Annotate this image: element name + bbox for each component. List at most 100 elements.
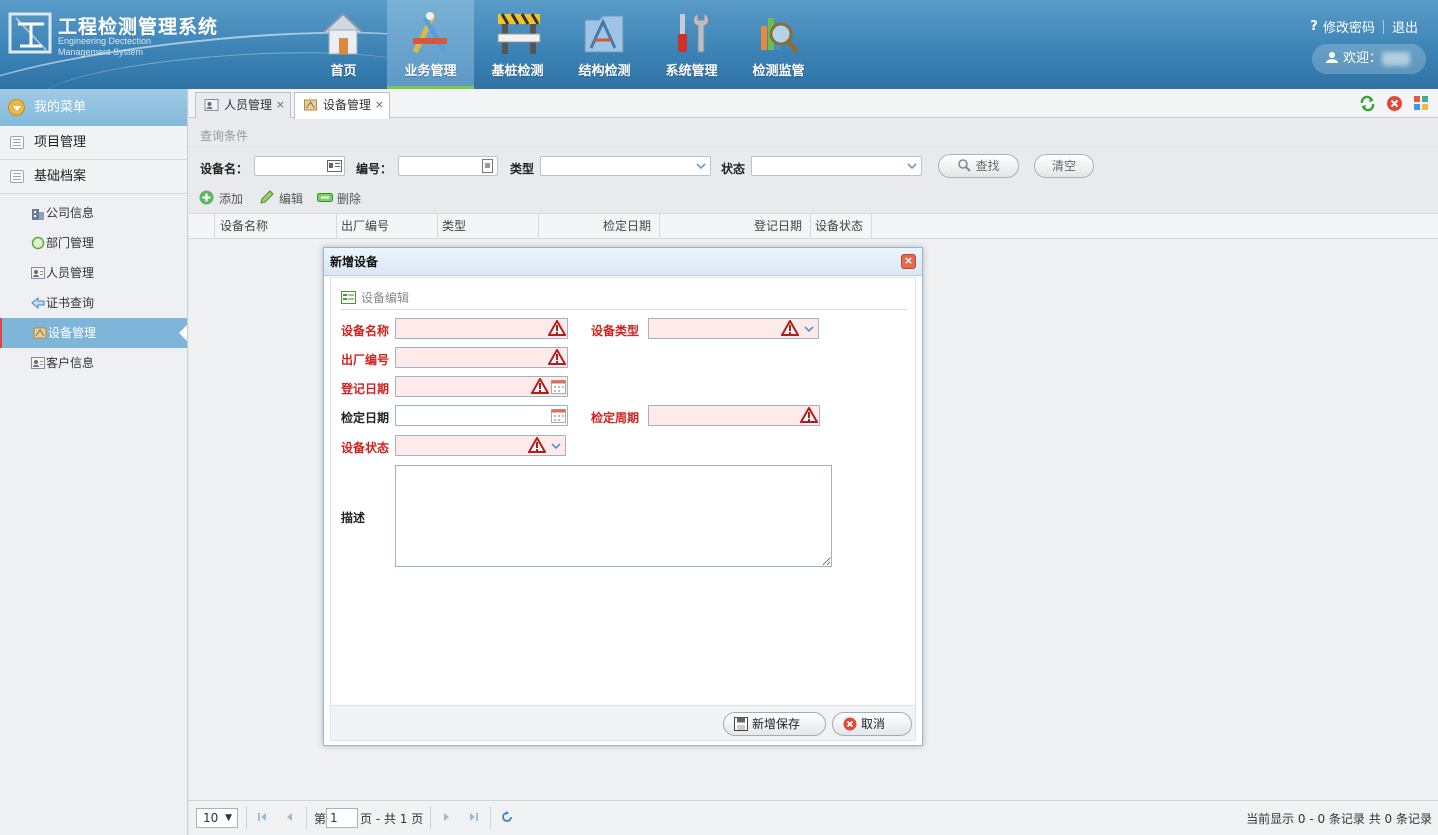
tab-equipment[interactable]: 设备管理 × <box>294 92 391 119</box>
magnifier-icon <box>761 18 799 54</box>
page-size-select[interactable]: 10 ▼ <box>196 808 238 828</box>
tools-icon <box>412 12 448 54</box>
sidebar-item-label: 人员管理 <box>46 266 95 280</box>
tab-close-icon[interactable]: × <box>276 93 285 117</box>
sidebar-item-customer[interactable]: 客户信息 <box>0 348 187 378</box>
save-button-label: 新增保存 <box>752 717 801 731</box>
page-number-input[interactable]: 1 <box>326 808 358 828</box>
record-summary: 当前显示 0 - 0 条记录 共 0 条记录 <box>1246 812 1432 826</box>
status-select[interactable] <box>751 156 922 176</box>
change-password-link[interactable]: 修改密码 <box>1323 17 1375 36</box>
nav-business[interactable]: 业务管理 <box>387 0 474 89</box>
nav-structure-detection[interactable]: 结构检测 <box>561 0 648 89</box>
pager-divider <box>306 807 307 829</box>
next-page-icon[interactable] <box>440 810 454 824</box>
dialog-close-icon[interactable]: × <box>901 254 916 269</box>
nav-business-label: 业务管理 <box>404 64 457 79</box>
nav-supervision[interactable]: 检测监管 <box>735 0 822 89</box>
column-header[interactable]: 登记日期 <box>660 214 811 239</box>
wrench-icon <box>678 13 709 53</box>
search-button[interactable]: 查找 <box>938 154 1019 178</box>
nav-home[interactable]: 首页 <box>300 0 387 89</box>
column-header[interactable]: 设备状态 <box>811 214 872 239</box>
add-button[interactable]: 添加 <box>199 190 243 207</box>
chevron-down-icon <box>907 163 917 170</box>
sidebar-header[interactable]: 我的菜单 <box>0 89 187 126</box>
sidebar-item-label: 设备管理 <box>48 326 97 340</box>
sidebar-item-equipment[interactable]: 设备管理 <box>0 318 187 348</box>
nav-home-label: 首页 <box>330 64 357 79</box>
verify-date-input[interactable] <box>395 405 568 426</box>
warning-icon <box>800 407 818 423</box>
clear-button[interactable]: 清空 <box>1034 154 1094 178</box>
equipment-name-input[interactable] <box>395 318 568 339</box>
minus-icon <box>317 193 333 202</box>
name-input[interactable] <box>254 156 345 176</box>
edit-button-label: 编辑 <box>279 192 304 206</box>
grid-icon[interactable] <box>1413 95 1430 112</box>
type-select[interactable] <box>540 156 711 176</box>
prev-page-icon[interactable] <box>282 810 296 824</box>
column-header[interactable]: 检定日期 <box>539 214 660 239</box>
serial-number-input[interactable] <box>395 347 568 368</box>
verify-period-input[interactable] <box>648 405 820 426</box>
column-header[interactable]: 类型 <box>438 214 539 239</box>
add-icon <box>199 190 214 205</box>
equipment-type-select[interactable] <box>648 318 819 339</box>
sidebar-item-company[interactable]: 公司信息 <box>0 198 187 228</box>
cancel-button[interactable]: 取消 <box>832 712 912 736</box>
sidebar-item-department[interactable]: 部门管理 <box>0 228 187 258</box>
register-date-input[interactable] <box>395 376 568 397</box>
refresh-icon[interactable] <box>500 810 514 824</box>
app-subtitle-line2: Management System <box>58 47 144 57</box>
column-header[interactable]: 出厂编号 <box>337 214 438 239</box>
register-date-label: 登记日期 <box>341 382 390 396</box>
user-links: ? 修改密码 退出 <box>1307 17 1418 36</box>
chevron-down-icon[interactable] <box>547 436 565 455</box>
edit-button[interactable]: 编辑 <box>259 190 303 207</box>
description-textarea[interactable] <box>395 465 832 567</box>
home-icon <box>323 12 363 55</box>
column-header[interactable]: 设备名称 <box>215 214 337 239</box>
add-button-label: 添加 <box>219 192 244 206</box>
sidebar-group-basic-archive[interactable]: 基础档案 <box>0 160 187 194</box>
dialog-header[interactable]: 新增设备 × <box>324 248 922 276</box>
arrow-left-icon <box>31 296 45 310</box>
tab-personnel[interactable]: 人员管理 × <box>195 92 292 118</box>
nav-pile-detection[interactable]: 基桩检测 <box>474 0 561 89</box>
equipment-status-select[interactable] <box>395 435 566 456</box>
last-page-icon[interactable] <box>467 810 481 824</box>
add-equipment-dialog: 新增设备 × 设备编辑 设备名称 设备类型 出厂编号 登记日期 检定日期 检定周… <box>323 247 923 746</box>
verify-period-label: 检定周期 <box>591 411 640 425</box>
id-card-icon <box>327 160 342 172</box>
tab-label: 人员管理 <box>224 98 273 112</box>
warning-icon <box>528 437 546 453</box>
warning-icon <box>781 320 799 336</box>
nav-system[interactable]: 系统管理 <box>648 0 735 89</box>
sidebar-group-project[interactable]: 项目管理 <box>0 126 187 160</box>
pager-divider <box>490 807 491 829</box>
query-section-title: 查询条件 <box>200 129 249 143</box>
sidebar-item-personnel[interactable]: 人员管理 <box>0 258 187 288</box>
nav-structure-detection-label: 结构检测 <box>578 64 631 79</box>
chevron-down-icon[interactable] <box>800 319 818 338</box>
calendar-icon[interactable] <box>551 408 566 423</box>
close-all-icon[interactable] <box>1386 95 1403 112</box>
circle-icon <box>31 236 45 250</box>
calendar-icon[interactable] <box>551 379 566 394</box>
refresh-icon[interactable] <box>1359 95 1376 112</box>
tab-label: 设备管理 <box>323 98 372 112</box>
sidebar-item-certificate[interactable]: 证书查询 <box>0 288 187 318</box>
person-card-icon <box>204 99 219 111</box>
sidebar-group-label: 基础档案 <box>34 169 87 184</box>
tab-close-icon[interactable]: × <box>375 93 384 117</box>
save-button[interactable]: 新增保存 <box>723 712 826 736</box>
grid-header: 设备名称 出厂编号 类型 检定日期 登记日期 设备状态 <box>189 213 1438 239</box>
delete-button[interactable]: 删除 <box>317 190 361 207</box>
app-subtitle-line1: Engineering Dectection <box>58 36 152 46</box>
equipment-name-label: 设备名称 <box>341 324 390 338</box>
search-icon <box>958 159 972 172</box>
number-input[interactable] <box>398 156 498 176</box>
logout-link[interactable]: 退出 <box>1392 17 1418 36</box>
first-page-icon[interactable] <box>255 810 269 824</box>
